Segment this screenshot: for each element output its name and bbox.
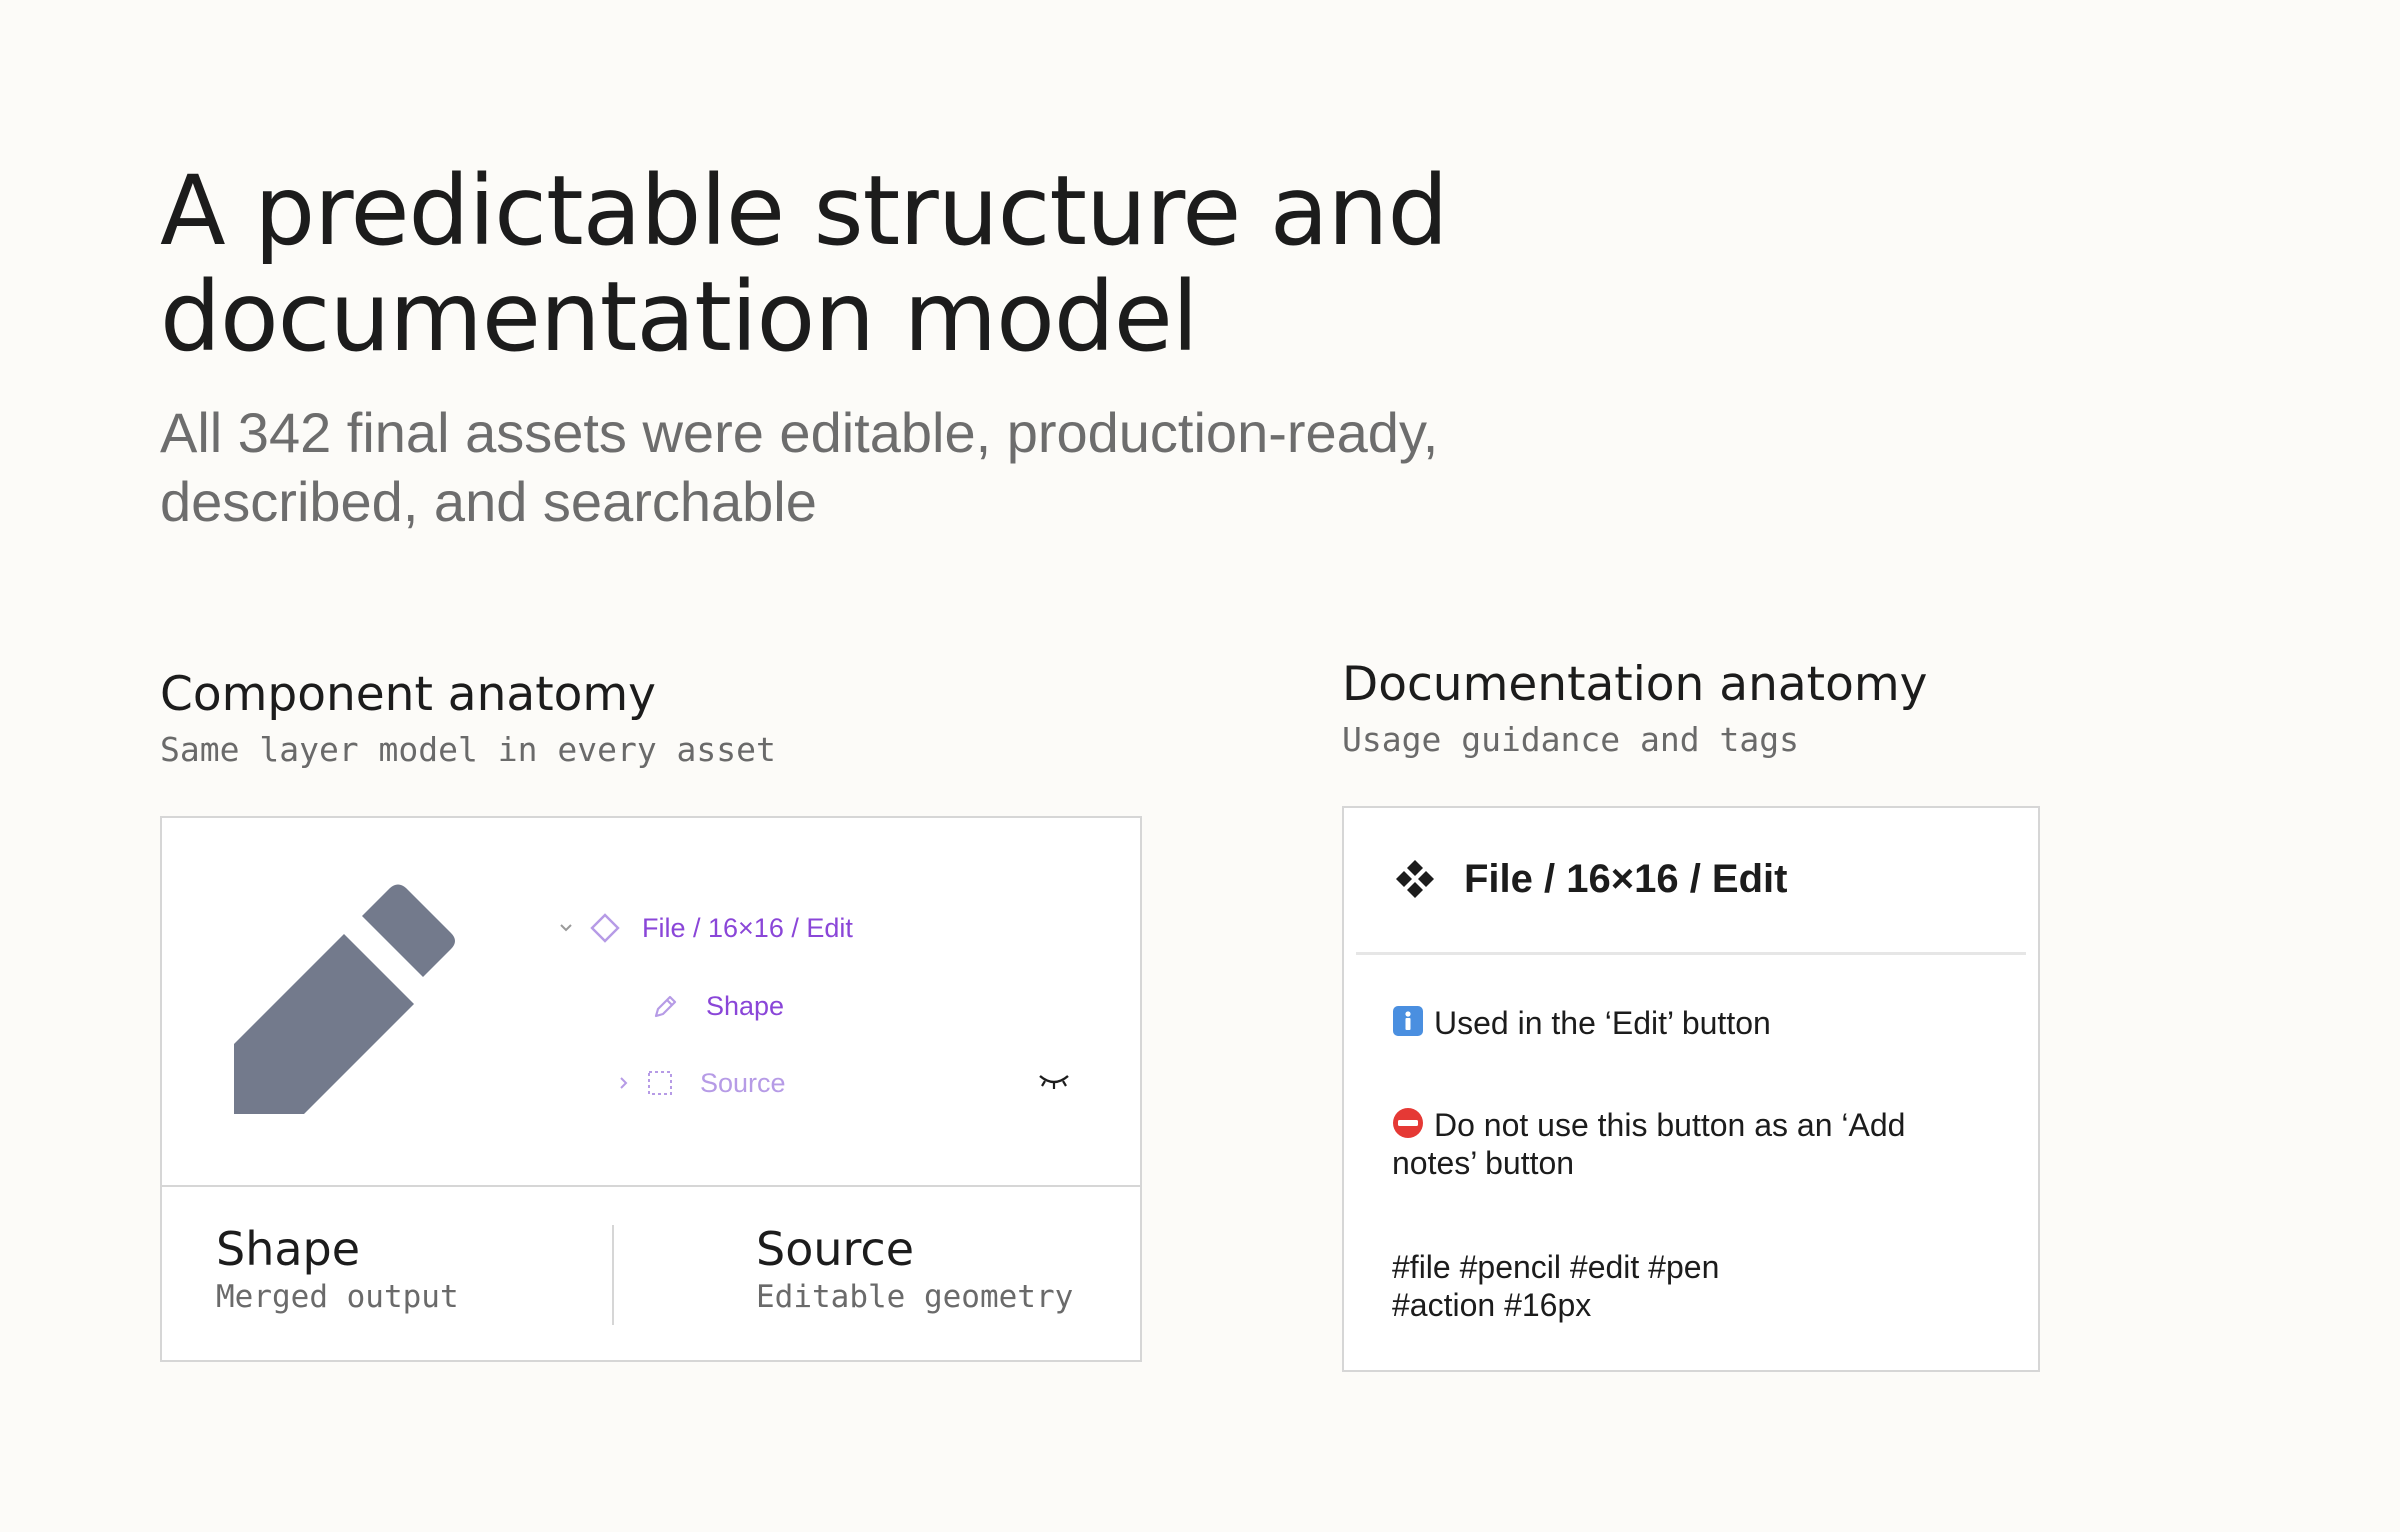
legend-shape-desc: Merged output xyxy=(216,1279,459,1315)
doc-component-name: File / 16×16 / Edit xyxy=(1464,857,1788,901)
eye-closed-icon[interactable] xyxy=(1038,1068,1070,1092)
doc-warning-note: Do not use this button as an ‘Add notes’… xyxy=(1392,1106,1952,1182)
chevron-down-icon[interactable] xyxy=(558,920,574,936)
legend-shape-title: Shape xyxy=(216,1222,361,1276)
doc-card-header: File / 16×16 / Edit xyxy=(1356,808,2026,955)
page-subtitle: All 342 final assets were editable, prod… xyxy=(160,401,1439,533)
component-legend: Shape Merged output Source Editable geom… xyxy=(162,1187,1140,1360)
layer-source-label: Source xyxy=(700,1067,786,1098)
doc-tags: #file #pencil #edit #pen #action #16px xyxy=(1392,1249,1720,1323)
legend-shape: Shape Merged output xyxy=(216,1223,459,1319)
legend-source-desc: Editable geometry xyxy=(756,1279,1074,1315)
doc-warning-text: Do not use this button as an ‘Add notes’… xyxy=(1392,1107,1906,1181)
pencil-icon xyxy=(234,884,455,1114)
component-anatomy-card: File / 16×16 / Edit Shape Source Shape M… xyxy=(160,816,1142,1362)
layer-file-label: File / 16×16 / Edit xyxy=(642,912,853,943)
legend-source: Source Editable geometry xyxy=(756,1223,1073,1319)
component-preview: File / 16×16 / Edit Shape Source xyxy=(162,818,1140,1187)
documentation-anatomy-title: Documentation anatomy xyxy=(1342,657,1928,712)
layer-row-source[interactable]: Source xyxy=(616,1063,786,1103)
layer-row-shape[interactable]: Shape xyxy=(652,986,784,1026)
page-title: A predictable structure and documentatio… xyxy=(160,155,1448,373)
doc-usage-text: Used in the ‘Edit’ button xyxy=(1434,1005,1771,1041)
doc-usage-note: Used in the ‘Edit’ button xyxy=(1392,1004,1771,1042)
layer-row-file[interactable]: File / 16×16 / Edit xyxy=(558,908,853,948)
legend-source-title: Source xyxy=(756,1222,914,1276)
chevron-right-icon[interactable] xyxy=(616,1075,632,1091)
layer-shape-label: Shape xyxy=(706,990,785,1021)
diamond-component-icon xyxy=(590,913,620,943)
component-icon xyxy=(1396,860,1434,898)
component-anatomy-title: Component anatomy xyxy=(160,667,656,722)
info-icon xyxy=(1393,1006,1423,1036)
component-anatomy-subtitle: Same layer model in every asset xyxy=(160,730,776,769)
dashed-frame-icon xyxy=(648,1071,672,1095)
pen-icon xyxy=(654,995,677,1018)
documentation-anatomy-subtitle: Usage guidance and tags xyxy=(1342,720,1799,759)
no-entry-icon xyxy=(1393,1108,1423,1138)
documentation-card: File / 16×16 / Edit Used in the ‘Edit’ b… xyxy=(1342,806,2040,1372)
legend-divider xyxy=(612,1225,614,1325)
